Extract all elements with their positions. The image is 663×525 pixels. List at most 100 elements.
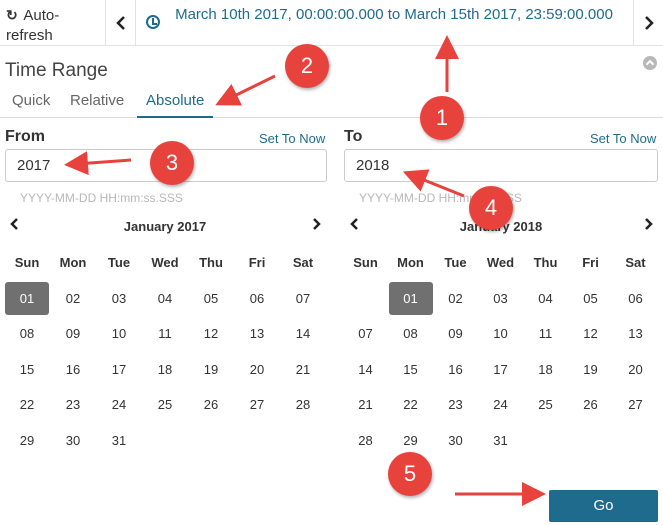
calendar-day[interactable]: 04 xyxy=(523,282,568,315)
chevron-right-icon xyxy=(645,218,653,230)
from-prev-month-button[interactable] xyxy=(10,217,20,234)
calendar-day[interactable]: 06 xyxy=(613,282,658,315)
calendar-day[interactable]: 18 xyxy=(142,353,188,386)
calendar-day[interactable]: 02 xyxy=(50,282,96,315)
calendar-day-number: 23 xyxy=(448,397,463,413)
tab-quick[interactable]: Quick xyxy=(12,88,50,118)
calendar-day[interactable]: 09 xyxy=(433,317,478,350)
to-date-input[interactable]: 2018 xyxy=(344,149,658,182)
calendar-day[interactable]: 11 xyxy=(142,317,188,350)
calendar-day-number: 10 xyxy=(111,326,127,342)
calendar-day[interactable]: 15 xyxy=(4,353,50,386)
collapse-icon[interactable] xyxy=(643,56,657,70)
annotation-badge-5: 5 xyxy=(388,452,432,496)
calendar-day[interactable]: 03 xyxy=(478,282,523,315)
calendar-day[interactable]: 10 xyxy=(96,317,142,350)
calendar-day[interactable]: 08 xyxy=(4,317,50,350)
calendar-day[interactable]: 29 xyxy=(4,424,50,457)
calendar-day[interactable]: 28 xyxy=(280,388,326,421)
calendar-day[interactable]: 12 xyxy=(568,317,613,350)
calendar-day[interactable]: 23 xyxy=(50,388,96,421)
calendar-day[interactable]: 14 xyxy=(280,317,326,350)
calendar-day[interactable]: 19 xyxy=(568,353,613,386)
calendar-day[interactable]: 03 xyxy=(96,282,142,315)
calendar-day[interactable]: 20 xyxy=(234,353,280,386)
weekday-header: Sun xyxy=(353,255,378,271)
calendar-day[interactable]: 01 xyxy=(388,281,433,315)
next-range-button[interactable] xyxy=(633,0,663,46)
to-calendar-week: 21 22 23 24 25 26 27 xyxy=(343,387,658,423)
to-prev-month-button[interactable] xyxy=(350,217,360,234)
from-next-month-button[interactable] xyxy=(311,217,321,234)
auto-refresh-button[interactable]: ↻ Auto-refresh xyxy=(0,0,106,46)
calendar-day[interactable]: 04 xyxy=(142,282,188,315)
calendar-day[interactable]: 25 xyxy=(142,388,188,421)
calendar-day[interactable]: 24 xyxy=(96,388,142,421)
calendar-day-number: 18 xyxy=(538,361,553,377)
annotation-badge-3: 3 xyxy=(150,141,194,185)
from-set-to-now-link[interactable]: Set To Now xyxy=(259,131,325,146)
calendar-day-number: 21 xyxy=(295,361,311,377)
calendar-day[interactable]: 24 xyxy=(478,388,523,421)
calendar-day[interactable]: 26 xyxy=(568,388,613,421)
weekday-header: Thu xyxy=(199,255,223,271)
calendar-day[interactable]: 13 xyxy=(234,317,280,350)
calendar-day[interactable]: 22 xyxy=(4,388,50,421)
calendar-day-number: 04 xyxy=(157,290,173,306)
previous-range-button[interactable] xyxy=(106,0,136,46)
calendar-day-number: 28 xyxy=(295,397,311,413)
calendar-day[interactable]: 31 xyxy=(96,424,142,457)
top-bar: ↻ Auto-refresh March 10th 2017, 00:00:00… xyxy=(0,0,663,46)
weekday-header: Sun xyxy=(14,255,40,271)
calendar-day[interactable]: 31 xyxy=(478,424,523,457)
calendar-day[interactable]: 18 xyxy=(523,353,568,386)
calendar-day[interactable]: 17 xyxy=(96,353,142,386)
calendar-day[interactable]: 27 xyxy=(234,388,280,421)
calendar-day[interactable]: 05 xyxy=(568,282,613,315)
calendar-day[interactable]: 10 xyxy=(478,317,523,350)
calendar-day-number: 07 xyxy=(358,326,373,342)
calendar-day[interactable]: 06 xyxy=(234,282,280,315)
calendar-day[interactable]: 25 xyxy=(523,388,568,421)
calendar-day[interactable]: 09 xyxy=(50,317,96,350)
calendar-day[interactable]: 01 xyxy=(4,281,50,315)
from-calendar-week: 22 23 24 25 26 27 28 xyxy=(4,387,326,423)
calendar-day[interactable]: 02 xyxy=(433,282,478,315)
to-next-month-button[interactable] xyxy=(643,217,653,234)
calendar-day[interactable]: 13 xyxy=(613,317,658,350)
go-button[interactable]: Go xyxy=(549,490,658,522)
calendar-day[interactable]: 22 xyxy=(388,388,433,421)
calendar-day[interactable]: 15 xyxy=(388,353,433,386)
calendar-day[interactable]: 27 xyxy=(613,388,658,421)
calendar-day[interactable]: 16 xyxy=(50,353,96,386)
calendar-day[interactable]: 12 xyxy=(188,317,234,350)
calendar-day[interactable]: 14 xyxy=(343,353,388,386)
to-set-to-now-link[interactable]: Set To Now xyxy=(590,131,656,146)
calendar-day[interactable]: 07 xyxy=(343,317,388,350)
calendar-day[interactable]: 08 xyxy=(388,317,433,350)
weekday-header: Fri xyxy=(582,255,599,271)
calendar-day[interactable]: 28 xyxy=(343,424,388,457)
calendar-day[interactable]: 30 xyxy=(433,424,478,457)
calendar-day-number: 17 xyxy=(111,361,127,377)
calendar-day[interactable]: 20 xyxy=(613,353,658,386)
calendar-day[interactable]: 21 xyxy=(280,353,326,386)
calendar-day[interactable]: 21 xyxy=(343,388,388,421)
calendar-day[interactable]: 30 xyxy=(50,424,96,457)
calendar-day-number: 09 xyxy=(448,326,463,342)
calendar-day[interactable]: 19 xyxy=(188,353,234,386)
calendar-day-number: 08 xyxy=(403,326,418,342)
calendar-day[interactable]: 23 xyxy=(433,388,478,421)
calendar-day[interactable]: 07 xyxy=(280,282,326,315)
tab-absolute[interactable]: Absolute xyxy=(137,88,214,118)
time-range-display[interactable]: March 10th 2017, 00:00:00.000 to March 1… xyxy=(170,4,618,26)
weekday-header: Tue xyxy=(107,255,131,271)
calendar-day[interactable]: 26 xyxy=(188,388,234,421)
calendar-day[interactable]: 05 xyxy=(188,282,234,315)
calendar-day[interactable]: 17 xyxy=(478,353,523,386)
weekday-header: Mon xyxy=(59,255,87,271)
tab-relative[interactable]: Relative xyxy=(70,88,124,118)
calendar-day[interactable]: 16 xyxy=(433,353,478,386)
calendar-day-number: 04 xyxy=(538,290,553,306)
calendar-day[interactable]: 11 xyxy=(523,317,568,350)
